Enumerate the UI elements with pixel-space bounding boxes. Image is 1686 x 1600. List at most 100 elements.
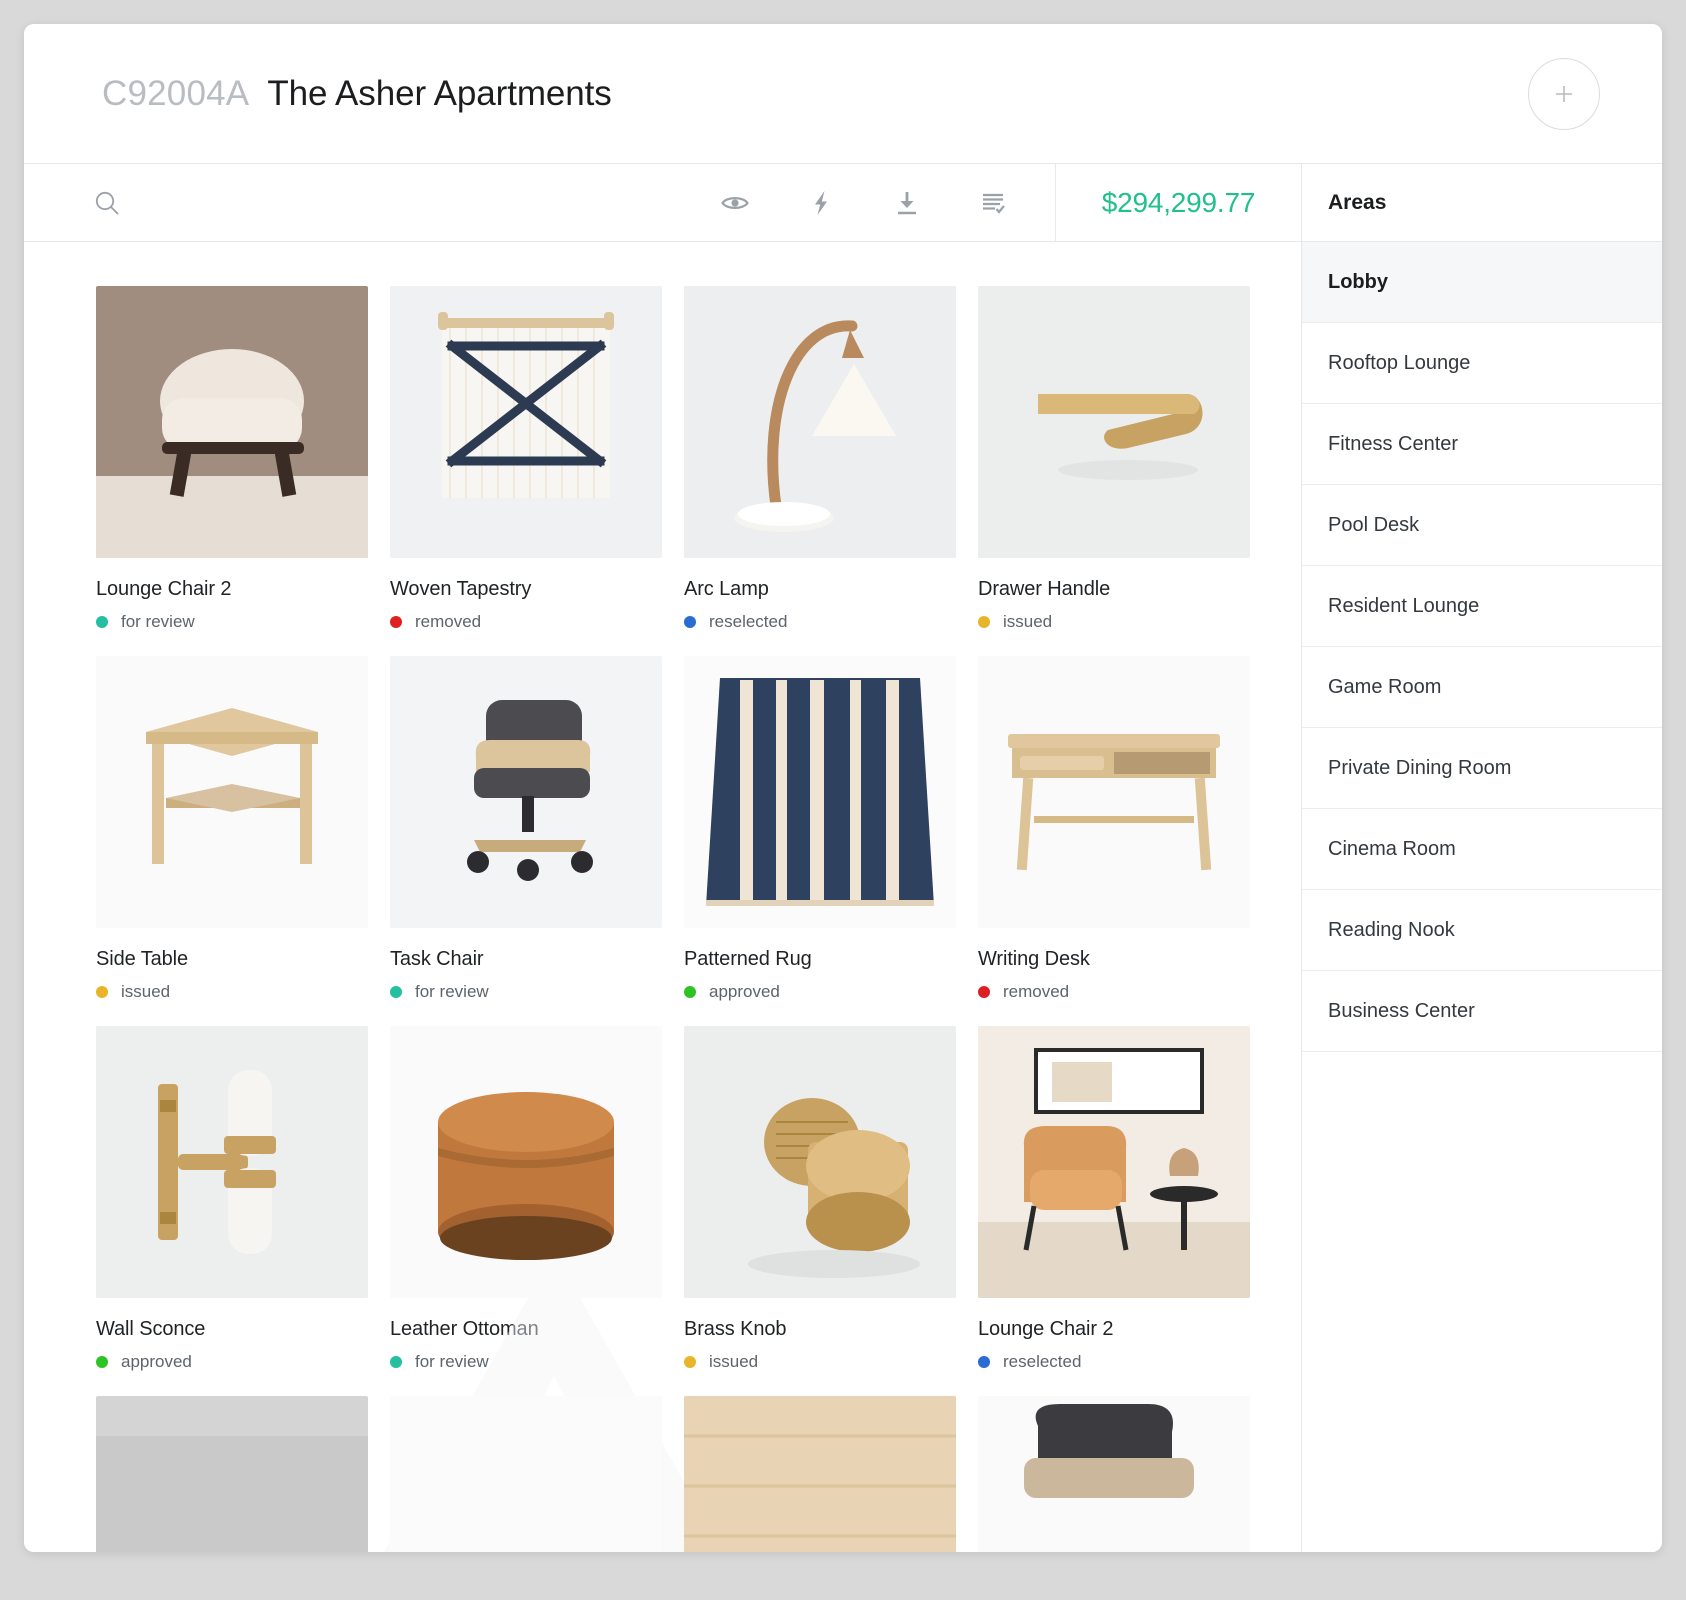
item-thumbnail: [390, 1396, 662, 1552]
item-name: Patterned Rug: [684, 948, 812, 970]
area-item-fitness-center[interactable]: Fitness Center: [1302, 404, 1662, 485]
search-input[interactable]: [138, 191, 498, 214]
item-thumbnail: [390, 656, 662, 928]
item-thumbnail: [96, 656, 368, 928]
item-name: Task Chair: [390, 948, 484, 970]
area-item-game-room[interactable]: Game Room: [1302, 647, 1662, 728]
status-dot: [96, 1356, 108, 1368]
content-area: $294,299.77 Lounge Chair 2 for review Wo…: [24, 164, 1662, 1552]
area-item-business-center[interactable]: Business Center: [1302, 971, 1662, 1052]
item-name: Leather Ottoman: [390, 1318, 539, 1340]
item-card[interactable]: Patterned Rug approved: [684, 656, 956, 1002]
item-card[interactable]: Task Chair for review: [390, 656, 662, 1002]
list-check-icon[interactable]: [977, 187, 1009, 219]
item-thumbnail: [978, 1026, 1250, 1298]
area-label: Pool Desk: [1328, 513, 1420, 536]
area-item-pool-desk[interactable]: Pool Desk: [1302, 485, 1662, 566]
item-status: reselected: [978, 1352, 1250, 1372]
item-thumbnail: [390, 1026, 662, 1298]
item-status: for review: [96, 612, 368, 632]
item-name: Drawer Handle: [978, 578, 1111, 600]
item-name: Lounge Chair 2: [96, 578, 232, 600]
area-label: Cinema Room: [1328, 837, 1456, 860]
item-card[interactable]: [978, 1396, 1250, 1552]
status-label: reselected: [1003, 1352, 1082, 1371]
item-thumbnail: [684, 1396, 956, 1552]
item-name: Writing Desk: [978, 948, 1090, 970]
item-card[interactable]: Wall Sconce approved: [96, 1026, 368, 1372]
area-label: Rooftop Lounge: [1328, 351, 1471, 374]
item-name: Arc Lamp: [684, 578, 769, 600]
item-name: Lounge Chair 2: [978, 1318, 1114, 1340]
item-thumbnail: [684, 1026, 956, 1298]
eye-icon[interactable]: [719, 187, 751, 219]
download-icon[interactable]: [891, 187, 923, 219]
items-column: $294,299.77 Lounge Chair 2 for review Wo…: [24, 164, 1302, 1552]
toolbar: $294,299.77: [24, 164, 1301, 242]
item-name: Woven Tapestry: [390, 578, 532, 600]
page-title: The Asher Apartments: [267, 73, 612, 113]
search-zone: [24, 164, 719, 241]
add-button[interactable]: [1528, 57, 1600, 130]
item-name: Brass Knob: [684, 1318, 787, 1340]
item-card[interactable]: Woven Tapestry removed: [390, 286, 662, 632]
status-dot: [978, 1356, 990, 1368]
item-card[interactable]: Arc Lamp reselected: [684, 286, 956, 632]
item-name: Side Table: [96, 948, 189, 970]
area-item-cinema-room[interactable]: Cinema Room: [1302, 809, 1662, 890]
total-amount: $294,299.77: [1101, 186, 1256, 218]
item-thumbnail: [978, 286, 1250, 558]
item-thumbnail: [684, 656, 956, 928]
item-card[interactable]: Leather Ottoman for review: [390, 1026, 662, 1372]
project-code: C92004A: [102, 73, 250, 113]
status-dot: [390, 616, 402, 628]
item-status: for review: [390, 982, 662, 1002]
status-label: for review: [415, 982, 489, 1001]
toolbar-icons: [719, 164, 1055, 241]
status-label: removed: [415, 612, 482, 631]
area-item-resident-lounge[interactable]: Resident Lounge: [1302, 566, 1662, 647]
items-grid: Lounge Chair 2 for review Woven Tapestry…: [24, 286, 1301, 1552]
item-card[interactable]: [96, 1396, 368, 1552]
item-thumbnail: [978, 1396, 1250, 1552]
status-dot: [390, 986, 402, 998]
status-dot: [390, 1356, 402, 1368]
item-name: Wall Sconce: [96, 1318, 206, 1340]
item-card[interactable]: Brass Knob issued: [684, 1026, 956, 1372]
item-thumbnail: [390, 286, 662, 558]
bolt-icon[interactable]: [805, 187, 837, 219]
areas-sidebar: Areas Lobby Rooftop Lounge Fitness Cente…: [1302, 164, 1662, 1552]
area-label: Fitness Center: [1328, 432, 1459, 455]
status-label: issued: [121, 982, 171, 1001]
status-label: for review: [121, 612, 195, 631]
item-card[interactable]: Lounge Chair 2 reselected: [978, 1026, 1250, 1372]
area-label: Private Dining Room: [1328, 756, 1512, 779]
item-status: approved: [684, 982, 956, 1002]
area-label: Game Room: [1328, 675, 1442, 698]
item-card[interactable]: Lounge Chair 2 for review: [96, 286, 368, 632]
status-dot: [96, 986, 108, 998]
status-dot: [684, 616, 696, 628]
item-card[interactable]: [390, 1396, 662, 1552]
area-label: Lobby: [1328, 270, 1388, 293]
item-status: removed: [978, 982, 1250, 1002]
search-icon[interactable]: [92, 188, 122, 218]
status-dot: [684, 1356, 696, 1368]
status-label: reselected: [709, 612, 788, 631]
item-status: removed: [390, 612, 662, 632]
item-card[interactable]: Writing Desk removed: [978, 656, 1250, 1002]
plus-icon: [1556, 85, 1572, 102]
status-dot: [96, 616, 108, 628]
status-label: issued: [709, 1352, 759, 1371]
area-item-rooftop-lounge[interactable]: Rooftop Lounge: [1302, 323, 1662, 404]
area-item-lobby[interactable]: Lobby: [1302, 242, 1662, 323]
status-label: issued: [1003, 612, 1053, 631]
status-dot: [978, 986, 990, 998]
items-grid-scroll[interactable]: Lounge Chair 2 for review Woven Tapestry…: [24, 242, 1301, 1552]
item-card[interactable]: Side Table issued: [96, 656, 368, 1002]
area-item-reading-nook[interactable]: Reading Nook: [1302, 890, 1662, 971]
item-status: issued: [684, 1352, 956, 1372]
item-card[interactable]: [684, 1396, 956, 1552]
item-status: for review: [390, 1352, 662, 1372]
area-item-private-dining-room[interactable]: Private Dining Room: [1302, 728, 1662, 809]
